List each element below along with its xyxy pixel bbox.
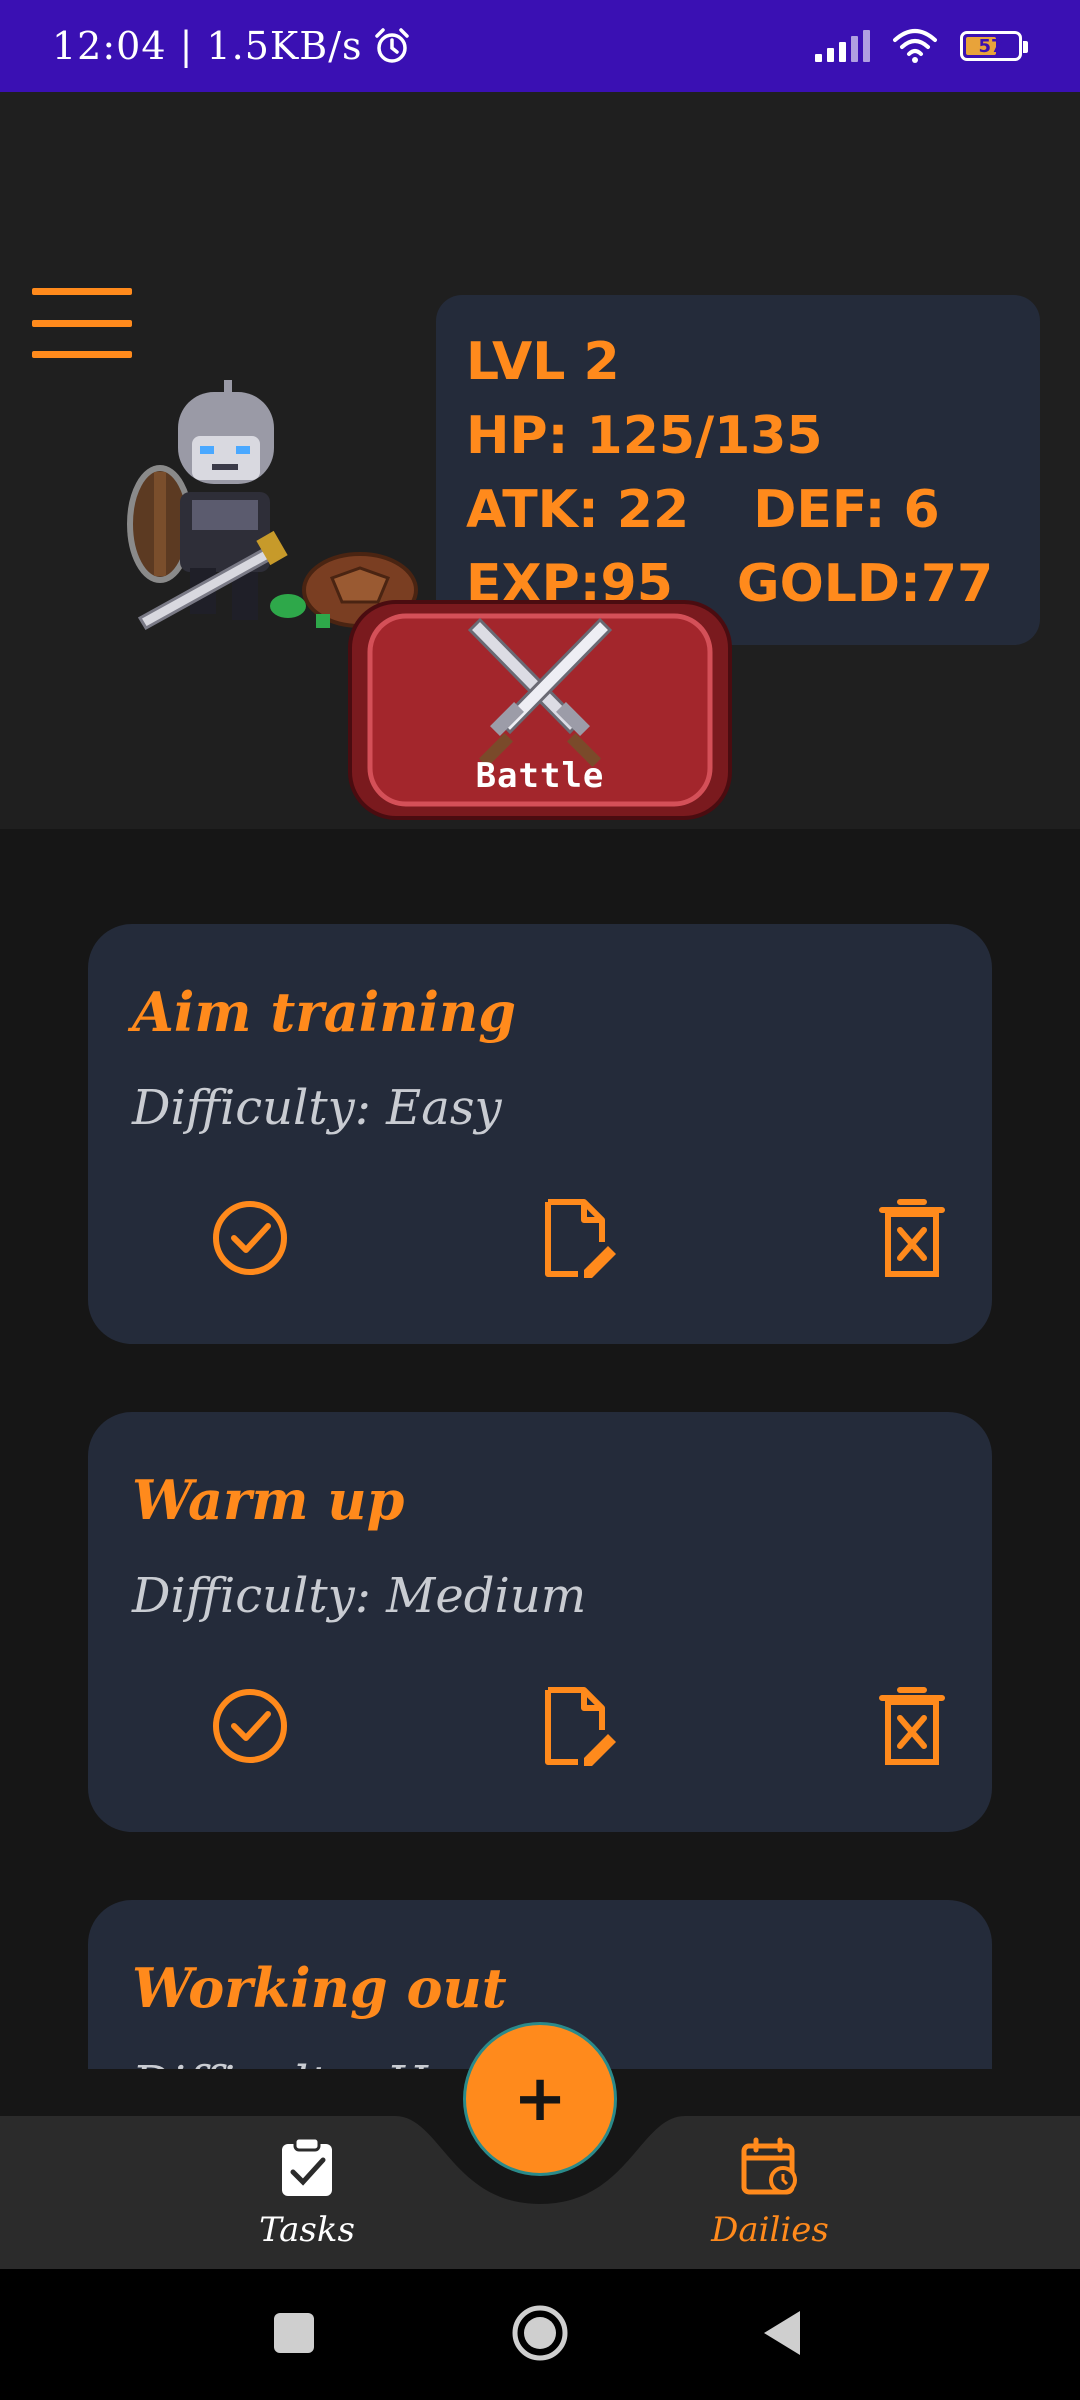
menu-line (32, 319, 132, 327)
alarm-icon (374, 28, 409, 63)
task-difficulty: Difficulty: Hard (132, 2056, 510, 2069)
task-card: Aim training Difficulty: Easy (88, 924, 992, 1344)
task-list: Aim training Difficulty: Easy Warm up Di… (0, 829, 1080, 2069)
gold-text: GOLD:77 (736, 554, 994, 614)
def-text: DEF: 6 (753, 480, 940, 540)
level-text: LVL 2 (466, 332, 620, 392)
edit-document-icon[interactable] (538, 1198, 618, 1278)
complete-check-icon[interactable] (210, 1686, 290, 1766)
battery-icon: 57 (960, 31, 1028, 61)
battle-label: Battle (475, 756, 605, 796)
status-bar: 12:04 | 1.5KB/s 57 (0, 0, 1080, 92)
battle-button[interactable]: Battle (348, 600, 732, 820)
task-difficulty: Difficulty: Medium (132, 1568, 587, 1624)
menu-line (32, 288, 132, 295)
add-task-button[interactable]: + (463, 2022, 617, 2176)
menu-line (32, 351, 132, 358)
home-circle-icon[interactable] (510, 2303, 570, 2363)
back-triangle-icon[interactable] (760, 2303, 804, 2363)
player-stats-panel: LVL 2 HP: 125/135 ATK: 22 DEF: 6 EXP:95 … (436, 295, 1040, 645)
hp-text: HP: 125/135 (466, 406, 823, 466)
task-card: Warm up Difficulty: Medium (88, 1412, 992, 1832)
clipboard-check-icon (282, 2136, 332, 2196)
plus-icon: + (513, 2062, 567, 2136)
task-title: Aim training (132, 980, 517, 1044)
delete-bin-icon[interactable] (872, 1686, 952, 1766)
wifi-icon (893, 29, 937, 63)
system-nav-bar (0, 2269, 1080, 2400)
nav-tasks-label: Tasks (259, 2210, 355, 2250)
status-left: 12:04 | 1.5KB/s (52, 24, 411, 68)
edit-document-icon[interactable] (538, 1686, 618, 1766)
task-difficulty: Difficulty: Easy (132, 1080, 502, 1136)
menu-button[interactable] (32, 288, 132, 358)
task-title: Working out (132, 1956, 507, 2020)
calendar-repeat-icon (741, 2137, 797, 2195)
nav-dailies-label: Dailies (711, 2210, 829, 2250)
nav-dailies[interactable]: Dailies (680, 2136, 860, 2250)
task-title: Warm up (132, 1468, 405, 1532)
status-time: 12:04 | 1.5KB/s (52, 24, 363, 68)
status-right: 57 (815, 28, 1028, 64)
recents-square-icon[interactable] (272, 2303, 316, 2363)
delete-bin-icon[interactable] (872, 1198, 952, 1278)
atk-text: ATK: 22 (466, 480, 690, 540)
battery-level: 57 (978, 35, 1004, 57)
nav-tasks[interactable]: Tasks (217, 2136, 397, 2250)
complete-check-icon[interactable] (210, 1198, 290, 1278)
signal-icon (815, 30, 870, 62)
